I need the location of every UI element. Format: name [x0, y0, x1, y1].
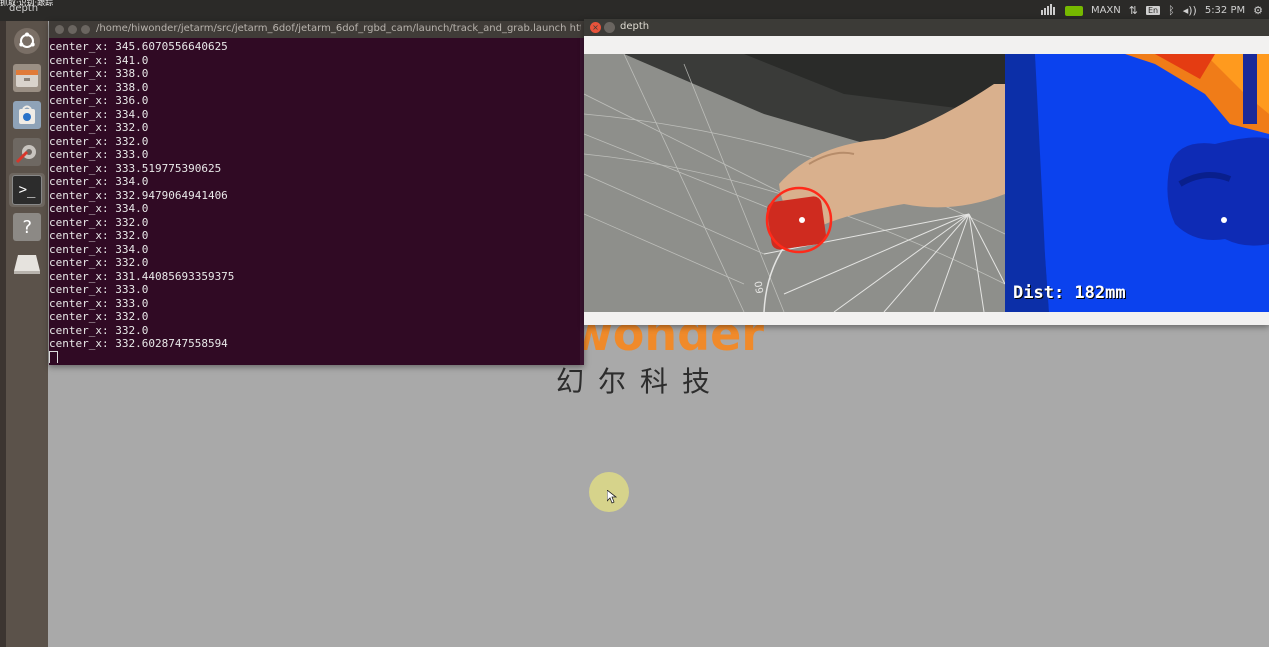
keyboard-layout-indicator[interactable]: En	[1145, 6, 1161, 15]
terminal-line: center_x: 333.0	[49, 283, 149, 296]
terminal-line: center_x: 332.0	[49, 256, 149, 269]
launcher-item-dash[interactable]	[9, 24, 45, 58]
network-icon[interactable]: ⇅	[1129, 4, 1138, 17]
terminal-prompt[interactable]	[49, 350, 579, 363]
terminal-line: center_x: 334.0	[49, 202, 149, 215]
terminal-line: center_x: 332.0	[49, 310, 149, 323]
terminal-titlebar[interactable]: /home/hiwonder/jetarm/src/jetarm_6dof/je…	[49, 21, 584, 38]
software-center-icon	[13, 101, 41, 129]
system-tray: MAXN ⇅ En ᛒ ◂)) 5:32 PM ⚙	[1040, 3, 1263, 18]
close-button[interactable]	[55, 25, 64, 34]
brand-chinese: 幻尔科技	[555, 365, 724, 398]
terminal-line: center_x: 332.0	[49, 323, 149, 337]
terminal-line: center_x: 345.6070556640625	[49, 40, 228, 53]
depth-camera-view: Dist: 182mm	[1005, 54, 1269, 312]
clock[interactable]: 5:32 PM	[1205, 5, 1245, 16]
terminal-line: center_x: 333.519775390625	[49, 161, 222, 175]
depth-window[interactable]: × depth 09 Dist: 182mm	[584, 19, 1269, 325]
cursor-arrow-icon	[606, 489, 618, 504]
terminal-line: center_x: 334.0	[49, 107, 149, 121]
terminal-line: center_x: 333.0	[49, 148, 149, 161]
terminal-output[interactable]: center_x: 345.6070556640625 center_x: 341…	[49, 40, 579, 363]
launcher-edge	[0, 21, 6, 647]
launcher-item-software[interactable]	[9, 98, 45, 132]
minimize-button[interactable]	[604, 22, 615, 33]
terminal-line: center_x: 336.0	[49, 94, 149, 107]
terminal-line: center_x: 331.44085693359375	[49, 269, 235, 283]
terminal-title: /home/hiwonder/jetarm/src/jetarm_6dof/je…	[96, 23, 581, 34]
volume-icon[interactable]: ◂))	[1183, 4, 1197, 17]
nvidia-icon[interactable]	[1064, 5, 1083, 16]
dash-home-icon	[14, 28, 40, 54]
terminal-window[interactable]: /home/hiwonder/jetarm/src/jetarm_6dof/je…	[49, 21, 584, 365]
launcher-item-drive[interactable]	[9, 247, 45, 281]
active-window-title: depth	[9, 3, 39, 14]
performance-icon[interactable]	[1040, 3, 1057, 18]
depth-frame	[1005, 54, 1269, 312]
terminal-line: center_x: 341.0	[49, 53, 149, 67]
launcher-item-help[interactable]: ?	[9, 210, 45, 244]
launcher-item-settings[interactable]	[9, 135, 45, 169]
maximize-button[interactable]	[81, 25, 90, 34]
terminal-line: center_x: 332.0	[49, 229, 149, 242]
rgb-frame: 09	[584, 54, 1005, 312]
minimize-button[interactable]	[68, 25, 77, 34]
depth-toolbar	[584, 36, 1269, 54]
files-icon	[13, 64, 41, 92]
help-icon: ?	[13, 213, 41, 241]
terminal-line: center_x: 332.9479064941406	[49, 188, 228, 202]
terminal-line: center_x: 332.0	[49, 215, 149, 229]
launcher-item-terminal[interactable]: >_	[9, 173, 45, 207]
close-button[interactable]: ×	[590, 22, 601, 33]
terminal-line: center_x: 338.0	[49, 67, 149, 80]
text-cursor	[49, 350, 58, 363]
launcher-item-files[interactable]	[9, 61, 45, 95]
depth-window-title: depth	[620, 21, 650, 32]
launcher: >_ ?	[0, 21, 48, 647]
terminal-line: center_x: 334.0	[49, 242, 149, 256]
system-settings-icon	[13, 138, 41, 166]
power-mode-label[interactable]: MAXN	[1091, 5, 1121, 16]
terminal-line: center_x: 332.0	[49, 134, 149, 148]
distance-label: Dist: 182mm	[1013, 283, 1126, 303]
top-panel: 抓取·识别·跟踪 depth MAXN ⇅ En ᛒ ◂)) 5:32 PM ⚙	[0, 0, 1269, 21]
svg-text:09: 09	[751, 280, 764, 294]
terminal-line: center_x: 332.6028747558594	[49, 337, 228, 350]
bluetooth-icon[interactable]: ᛒ	[1168, 4, 1175, 17]
rgb-camera-view: 09	[584, 54, 1005, 312]
depth-titlebar[interactable]: × depth	[584, 19, 1269, 36]
terminal-line: center_x: 338.0	[49, 80, 149, 94]
terminal-line: center_x: 333.0	[49, 296, 149, 310]
drive-icon	[13, 250, 41, 278]
settings-gear-icon[interactable]: ⚙	[1253, 4, 1263, 17]
terminal-line: center_x: 332.0	[49, 121, 149, 134]
terminal-icon: >_	[12, 175, 42, 205]
terminal-line: center_x: 334.0	[49, 175, 149, 188]
